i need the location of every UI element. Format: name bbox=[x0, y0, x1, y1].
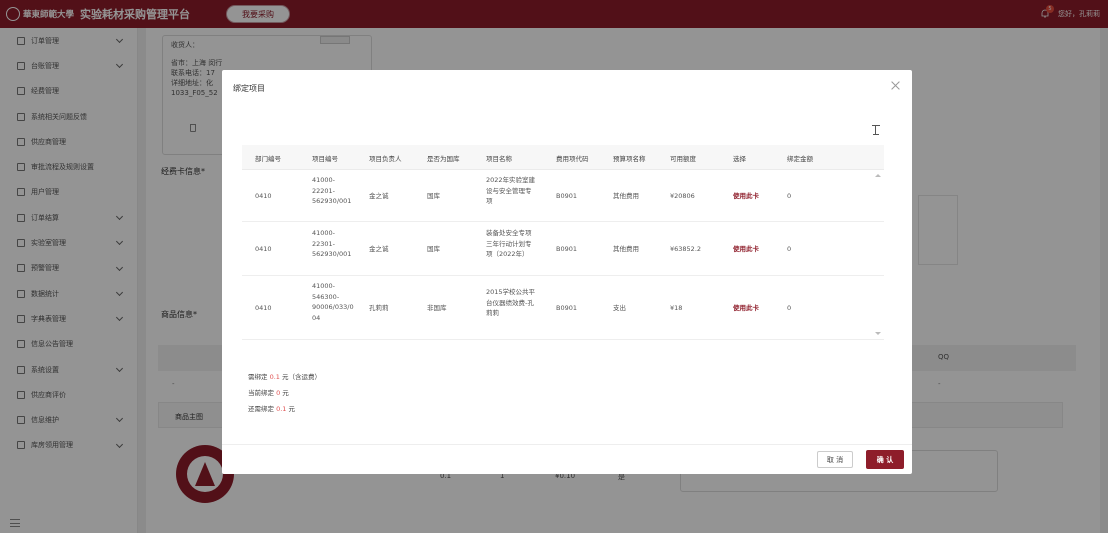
cell-cost-code: B0901 bbox=[556, 245, 578, 253]
cell-cost-code: B0901 bbox=[556, 192, 578, 200]
summary-text: 需绑定 bbox=[248, 373, 268, 381]
close-icon[interactable] bbox=[890, 80, 902, 92]
cell-budget-item: 其他费用 bbox=[613, 245, 639, 253]
cell-bind-amount: 0 bbox=[787, 245, 792, 253]
cell-bind-amount: 0 bbox=[787, 192, 792, 200]
summary-text: 当前绑定 bbox=[248, 389, 274, 397]
table-header: 部门编号 项目编号 项目负责人 是否为国库 项目名称 费用项代码 预算项名称 可… bbox=[242, 145, 884, 170]
table-row: 0410 41000- 22301- 562930/001 金之诚 国库 装备处… bbox=[242, 223, 884, 276]
cell-available: ¥63852.2 bbox=[670, 245, 702, 253]
bind-project-modal: 绑定项目 部门编号 项目编号 项目负责人 是否为国库 项目名称 费用项代码 预算… bbox=[222, 70, 912, 474]
cell-available: ¥20806 bbox=[670, 192, 695, 200]
cell-budget-item: 其他费用 bbox=[613, 192, 639, 200]
summary-text: 元 bbox=[288, 405, 296, 413]
column-setting-icon[interactable] bbox=[872, 125, 880, 135]
use-card-link[interactable]: 使用此卡 bbox=[733, 303, 759, 314]
column-header: 项目负责人 bbox=[369, 155, 402, 163]
confirm-button[interactable]: 确 认 bbox=[866, 450, 904, 469]
summary-value: 0.1 bbox=[269, 373, 280, 381]
scroll-down-arrow-icon[interactable] bbox=[875, 332, 881, 335]
cell-leader: 孔莉莉 bbox=[369, 304, 389, 312]
cell-project-name: 装备处安全专项 三年行动计划专 项（2022年） bbox=[486, 229, 532, 258]
cell-dept: 0410 bbox=[255, 192, 272, 200]
cell-bind-amount: 0 bbox=[787, 304, 792, 312]
table-row: 0410 41000- 546300- 90006/033/0 04 孔莉莉 非… bbox=[242, 277, 884, 340]
use-card-link[interactable]: 使用此卡 bbox=[733, 191, 759, 202]
project-table: 部门编号 项目编号 项目负责人 是否为国库 项目名称 费用项代码 预算项名称 可… bbox=[242, 145, 884, 345]
cell-leader: 金之诚 bbox=[369, 245, 389, 253]
cell-treasury: 国库 bbox=[427, 245, 440, 253]
column-header: 项目名称 bbox=[486, 155, 512, 163]
use-card-link[interactable]: 使用此卡 bbox=[733, 244, 759, 255]
modal-footer-divider bbox=[222, 444, 912, 445]
summary-text: 元（含运费） bbox=[282, 373, 321, 381]
column-header: 费用项代码 bbox=[556, 155, 589, 163]
cell-available: ¥18 bbox=[670, 304, 683, 312]
column-header: 是否为国库 bbox=[427, 155, 460, 163]
column-header: 部门编号 bbox=[255, 155, 281, 163]
column-header: 选择 bbox=[733, 155, 746, 163]
cell-budget-item: 支出 bbox=[613, 304, 626, 312]
summary-text: 元 bbox=[282, 389, 289, 397]
cell-project-no: 41000- 22201- 562930/001 bbox=[312, 176, 352, 205]
cell-cost-code: B0901 bbox=[556, 304, 578, 312]
remaining-bind-summary: 还需绑定 0.1 元 bbox=[248, 403, 295, 413]
cell-project-no: 41000- 22301- 562930/001 bbox=[312, 229, 352, 258]
cell-dept: 0410 bbox=[255, 304, 272, 312]
cell-treasury: 非国库 bbox=[427, 304, 447, 312]
cell-project-name: 2022年实验室建 设与安全管理专 项 bbox=[486, 176, 536, 205]
cell-dept: 0410 bbox=[255, 245, 272, 253]
column-header: 绑定金额 bbox=[787, 155, 813, 163]
cell-project-no: 41000- 546300- 90006/033/0 04 bbox=[312, 282, 354, 322]
summary-value: 0.1 bbox=[276, 405, 287, 413]
cell-project-name: 2015学校公共平 台仪器绩效费-孔 莉莉 bbox=[486, 288, 536, 317]
column-header: 预算项名称 bbox=[613, 155, 646, 163]
column-header: 项目编号 bbox=[312, 155, 338, 163]
modal-title: 绑定项目 bbox=[233, 84, 265, 93]
summary-text: 还需绑定 bbox=[248, 405, 274, 413]
scroll-up-arrow-icon[interactable] bbox=[875, 174, 881, 177]
summary-value: 0 bbox=[276, 389, 281, 397]
table-row: 0410 41000- 22201- 562930/001 金之诚 国库 202… bbox=[242, 170, 884, 222]
current-bind-summary: 当前绑定 0 元 bbox=[248, 387, 289, 397]
need-bind-summary: 需绑定 0.1 元（含运费） bbox=[248, 371, 321, 381]
cell-leader: 金之诚 bbox=[369, 192, 389, 200]
cancel-button[interactable]: 取 消 bbox=[817, 451, 853, 468]
cell-treasury: 国库 bbox=[427, 192, 440, 200]
column-header: 可用额度 bbox=[670, 155, 696, 163]
